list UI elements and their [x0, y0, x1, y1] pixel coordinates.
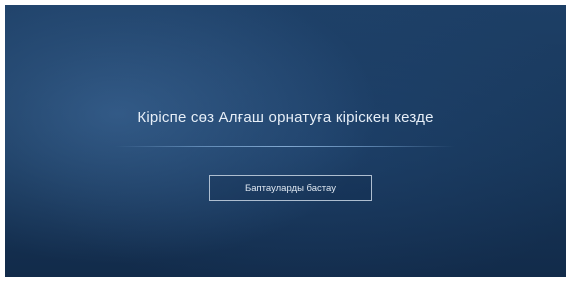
- welcome-screen: Кіріспе сөз Алғаш орнатуға кірiскен кезд…: [5, 5, 566, 277]
- welcome-title: Кіріспе сөз Алғаш орнатуға кірiскен кезд…: [137, 109, 434, 126]
- start-setup-button[interactable]: Баптауларды бастау: [209, 175, 372, 201]
- title-divider: [115, 146, 455, 147]
